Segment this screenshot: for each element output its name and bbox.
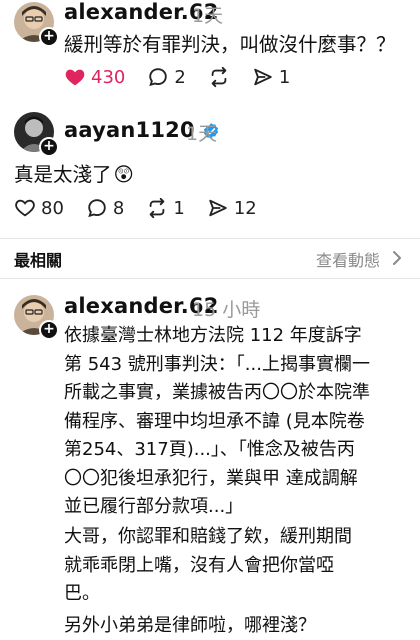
post2-username-text: aayan1120 xyxy=(64,118,195,142)
like-button[interactable]: 430 xyxy=(64,66,125,88)
text-line: 並已履行部分款項...」 xyxy=(64,496,244,517)
send-icon xyxy=(254,68,272,86)
post3-paragraph-3: 另外小弟弟是律師啦，哪裡淺？ xyxy=(64,615,316,636)
post3-paragraph-2: 大哥，你認罪和賠錢了欸，緩刑期間 就乖乖閉上嘴，沒有人會把你當啞 巴。 xyxy=(64,523,352,609)
reply-count: 2 xyxy=(174,66,186,88)
reply-count: 8 xyxy=(112,197,125,219)
text-line: 依據臺灣士林地方法院 112 年度訴字 xyxy=(64,325,362,346)
repost-button[interactable] xyxy=(208,66,230,88)
share-button[interactable]: 1 xyxy=(252,66,290,88)
comment-bubble-icon xyxy=(88,199,106,218)
sort-most-relevant[interactable]: 最相關 xyxy=(14,247,62,271)
post2-text: 真是太淺了 😲 xyxy=(14,160,134,189)
text-line: 大哥，你認罪和賠錢了欸，緩刑期間 xyxy=(64,526,352,547)
heart-icon xyxy=(15,199,35,217)
follow-plus-icon[interactable]: + xyxy=(39,320,59,340)
repost-arrows-icon xyxy=(211,66,227,88)
post2-time: 1天 xyxy=(186,123,218,145)
astonished-emoji: 😲 xyxy=(113,163,134,186)
post2-text-content: 真是太淺了 xyxy=(14,163,112,186)
share-count: 1 xyxy=(278,66,291,88)
reply-button[interactable]: 2 xyxy=(147,66,186,88)
avatar-alexander[interactable]: + xyxy=(14,2,59,47)
repost-arrows-icon xyxy=(150,197,165,219)
chevron-right-icon[interactable] xyxy=(390,249,404,267)
text-line: 巴。 xyxy=(64,583,100,604)
text-line: 〇〇犯後坦承犯行，業與甲 達成調解 xyxy=(64,467,358,489)
section-divider-bottom xyxy=(0,278,420,279)
post1-time: 1天 xyxy=(192,5,224,27)
section-divider-top xyxy=(0,238,420,239)
text-line: 所載之事實，業據被告丙〇〇於本院準 xyxy=(64,382,370,403)
heart-icon xyxy=(65,69,85,86)
post1-text: 緩刑等於有罪判決，叫做沒什麼事？？ xyxy=(64,33,396,56)
post1-actions: 430 2 1 xyxy=(64,66,312,88)
repost-count: 1 xyxy=(173,197,185,219)
like-count: 80 xyxy=(41,197,64,219)
share-count: 12 xyxy=(233,197,257,219)
post3-paragraph-1: 依據臺灣士林地方法院 112 年度訴字 第 543 號刑事判決：「...上揭事實… xyxy=(64,322,370,522)
send-icon xyxy=(209,199,227,217)
share-button[interactable]: 12 xyxy=(207,197,257,219)
post3-time: 15 小時 xyxy=(192,299,261,321)
like-button[interactable]: 80 xyxy=(14,197,64,219)
avatar-aayan[interactable]: + xyxy=(14,112,59,157)
follow-plus-icon[interactable]: + xyxy=(39,137,59,157)
repost-button[interactable]: 1 xyxy=(146,197,185,219)
text-line: 備程序、審理中均坦承不諱 (見本院卷 xyxy=(64,410,365,432)
post2-actions: 80 8 1 12 xyxy=(14,197,279,219)
like-count: 430 xyxy=(91,66,126,88)
follow-plus-icon[interactable]: + xyxy=(39,27,59,47)
view-activity-link[interactable]: 查看動態 xyxy=(316,247,380,271)
comment-bubble-icon xyxy=(149,68,168,87)
avatar-alexander[interactable]: + xyxy=(14,295,59,340)
reply-button[interactable]: 8 xyxy=(86,197,124,219)
text-line: 第 543 號刑事判決：「...上揭事實欄一 xyxy=(64,353,370,375)
text-line: 就乖乖閉上嘴，沒有人會把你當啞 xyxy=(64,554,334,576)
text-line: 第254、317頁)...」、「惟念及被告丙 xyxy=(64,439,355,460)
